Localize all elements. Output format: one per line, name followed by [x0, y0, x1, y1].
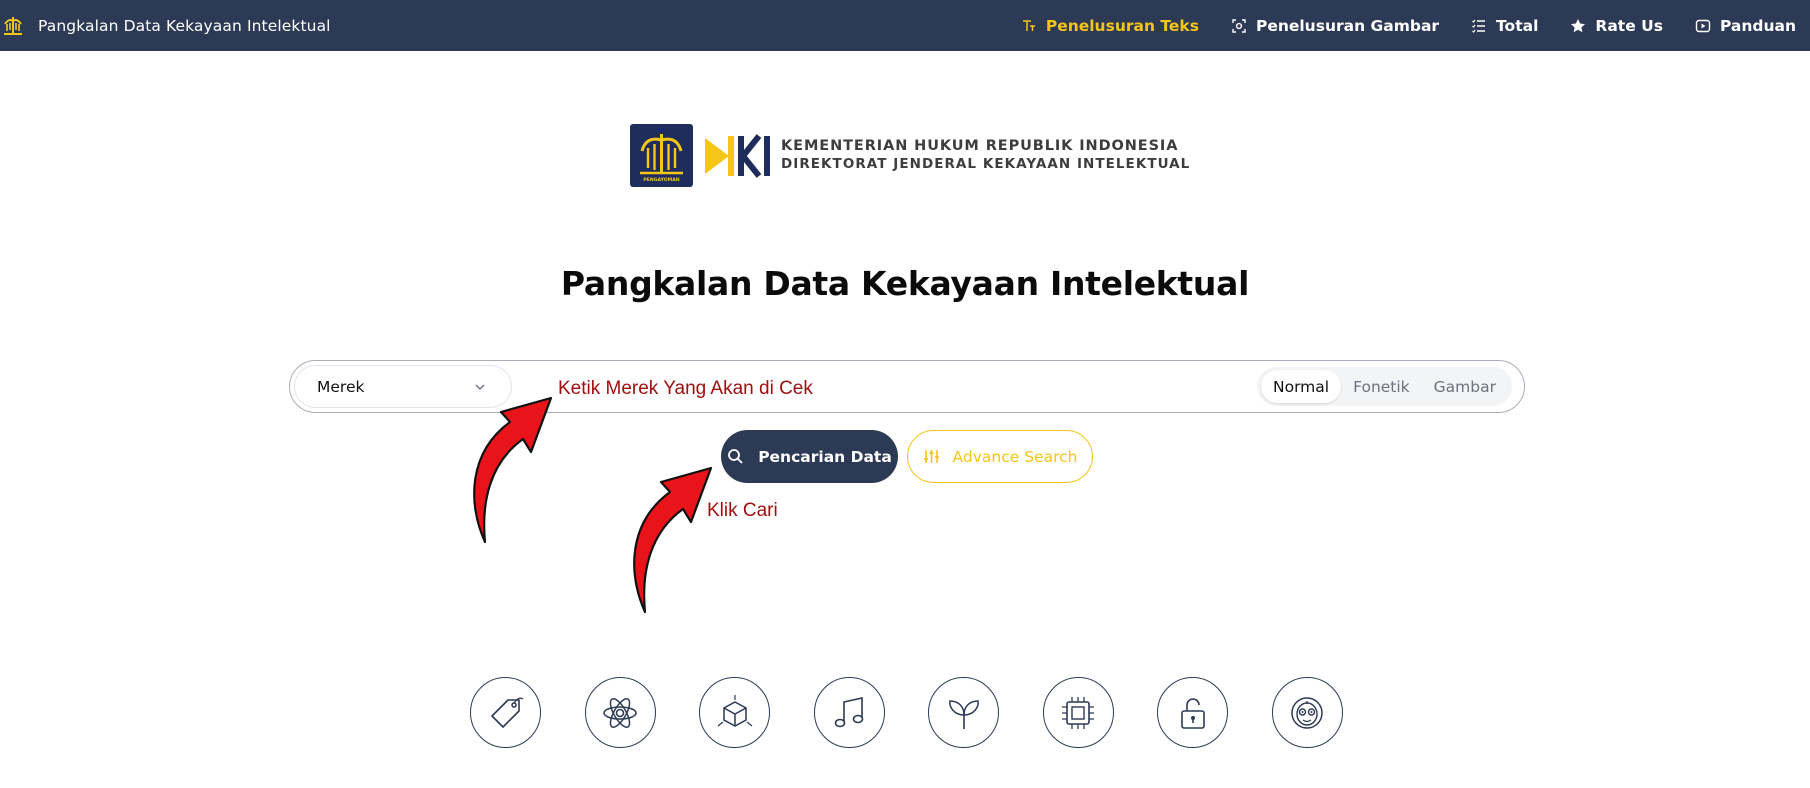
unlock-icon	[1180, 697, 1205, 729]
click-hint-annotation: Klik Cari	[707, 500, 778, 521]
ministry-name: KEMENTERIAN HUKUM REPUBLIK INDONESIA DIR…	[781, 137, 1190, 173]
image-scan-icon	[1231, 18, 1247, 34]
nav-label: Rate Us	[1595, 16, 1663, 35]
nav-penelusuran-gambar[interactable]: Penelusuran Gambar	[1231, 17, 1439, 35]
sliders-icon	[923, 450, 939, 463]
mode-fonetik[interactable]: Fonetik	[1341, 370, 1422, 403]
nav-label: Penelusuran Teks	[1045, 16, 1199, 35]
mask-icon	[1291, 696, 1323, 729]
nav-label: Total	[1496, 16, 1539, 35]
nav-total[interactable]: Total	[1471, 17, 1538, 35]
category-desain-industri[interactable]	[699, 677, 770, 748]
pengayoman-emblem: PENGAYOMAN	[630, 123, 693, 187]
brand-title: Pangkalan Data Kekayaan Intelektual	[38, 16, 331, 35]
nav-rate-us[interactable]: Rate Us	[1570, 17, 1663, 35]
djki-logo: PENGAYOMAN KEMENTERIAN HUKUM REPUBLIK IN…	[630, 122, 1190, 188]
nav-panduan[interactable]: Panduan	[1695, 17, 1796, 35]
search-button[interactable]: Pencarian Data	[721, 430, 898, 483]
ministry-line-1: KEMENTERIAN HUKUM REPUBLIK INDONESIA	[781, 138, 1179, 154]
mode-normal[interactable]: Normal	[1261, 370, 1342, 403]
music-note-icon	[834, 696, 864, 727]
nav-penelusuran-teks[interactable]: Penelusuran Teks	[1021, 17, 1199, 35]
category-select-value: Merek	[317, 377, 365, 396]
category-hak-cipta[interactable]	[813, 677, 885, 748]
list-icon	[1471, 18, 1487, 34]
atom-icon	[603, 697, 637, 728]
nav-menu: Penelusuran Teks Penelusuran Gambar Tota…	[989, 0, 1796, 51]
nav-label: Penelusuran Gambar	[1255, 16, 1440, 35]
chip-icon	[1062, 696, 1094, 729]
top-navbar: Pangkalan Data Kekayaan Intelektual Pene…	[0, 0, 1810, 51]
search-icon	[728, 449, 743, 464]
text-icon	[1021, 18, 1037, 34]
brand[interactable]: Pangkalan Data Kekayaan Intelektual	[0, 0, 331, 51]
category-merek[interactable]	[470, 677, 541, 748]
red-arrow-annotation	[633, 466, 713, 614]
ip-category-icons	[470, 677, 1386, 748]
ministry-line-2: DIREKTORAT JENDERAL KEKAYAAN INTELEKTUAL	[781, 156, 1191, 172]
red-arrow-annotation	[473, 396, 553, 544]
category-rahasia-dagang[interactable]	[1157, 677, 1228, 748]
category-indikasi-geografis[interactable]	[1271, 677, 1343, 748]
advance-search-button[interactable]: Advance Search	[907, 430, 1093, 483]
search-button-label: Pencarian Data	[758, 447, 892, 466]
nav-label: Panduan	[1719, 16, 1796, 35]
djki-wordmark-icon	[705, 134, 770, 178]
input-hint-annotation: Ketik Merek Yang Akan di Cek	[558, 378, 813, 399]
advance-search-label: Advance Search	[952, 447, 1078, 466]
search-mode-toggle: Normal Fonetik Gambar	[1257, 367, 1512, 406]
cube-icon	[717, 694, 752, 727]
category-varietas-tanaman[interactable]	[928, 677, 999, 748]
svg-text:PENGAYOMAN: PENGAYOMAN	[643, 177, 679, 183]
page-title: Pangkalan Data Kekayaan Intelektual	[560, 264, 1250, 303]
star-icon	[1570, 18, 1586, 34]
tag-icon	[490, 696, 523, 728]
sprout-icon	[948, 699, 979, 729]
mode-gambar[interactable]: Gambar	[1422, 370, 1508, 403]
pengayoman-tree-icon: PENGAYOMAN	[640, 133, 683, 183]
category-sirkuit-terpadu[interactable]	[1042, 677, 1114, 748]
play-icon	[1695, 18, 1711, 34]
pengayoman-logo-icon	[4, 16, 22, 35]
category-paten[interactable]	[584, 677, 656, 748]
